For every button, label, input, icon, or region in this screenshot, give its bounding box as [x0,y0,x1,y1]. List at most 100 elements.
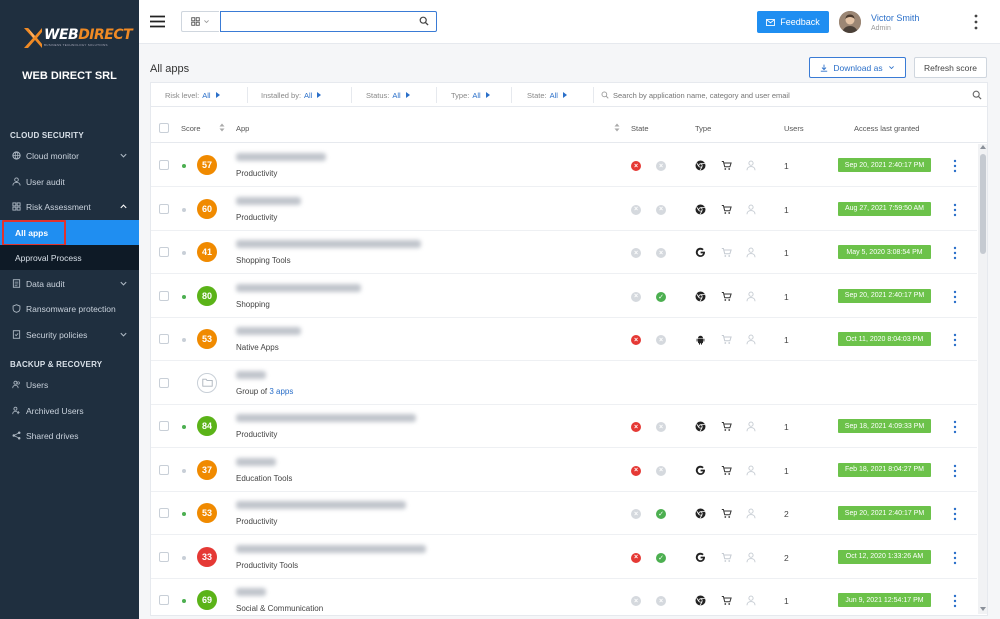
row-options-icon[interactable] [952,551,958,565]
sidebar-item-approval-process[interactable]: Approval Process [0,245,139,270]
state-icon[interactable]: × [656,422,666,432]
sidebar-item-risk-assessment[interactable]: Risk Assessment [0,194,139,219]
state-icon[interactable]: × [656,248,666,258]
select-all-checkbox[interactable] [159,123,169,133]
sort-icon[interactable] [614,123,620,132]
row-checkbox[interactable] [159,464,169,475]
state-icon[interactable]: × [656,596,666,606]
blocked-state-icon[interactable]: × [631,465,641,476]
col-app[interactable]: App [236,124,249,133]
table-row[interactable]: 37 Education Tools × × 1 Feb 18, 2021 8:04:27… [151,449,977,492]
scroll-down-icon[interactable] [980,607,986,611]
sidebar-item-ransomware-protection[interactable]: Ransomware protection [0,296,139,321]
table-row[interactable]: 53 Productivity × ✓ 2 Sep 20, 2021 2:40:17 PM [151,492,977,535]
row-options-icon[interactable] [952,594,958,608]
state-icon[interactable]: × [631,248,641,258]
sidebar-item-archived-users[interactable]: Archived Users [0,398,139,423]
app-name-redacted[interactable] [236,588,266,596]
sort-icon[interactable] [219,123,225,132]
row-checkbox[interactable] [159,203,169,214]
group-apps-link[interactable]: 3 apps [269,387,293,396]
refresh-score-button[interactable]: Refresh score [914,57,987,78]
table-row[interactable]: 84 Productivity × × 1 Sep 18, 2021 4:09:33 PM [151,405,977,448]
state-icon[interactable]: × [631,596,641,606]
app-name-redacted[interactable] [236,240,421,248]
app-name-redacted[interactable] [236,370,266,379]
row-options-icon[interactable] [952,420,958,434]
more-options-icon[interactable] [973,14,979,30]
table-row-group[interactable]: Group of 3 apps [151,362,977,405]
table-row[interactable]: 53 Native Apps × × 1 Oct 11, 2020 8:04:03 PM [151,318,977,361]
row-checkbox[interactable] [159,290,169,301]
app-name-redacted[interactable] [236,501,406,509]
table-row[interactable]: 33 Productivity Tools × ✓ 2 Oct 12, 2020 1:33… [151,536,977,579]
table-row[interactable]: 80 Shopping × ✓ 1 Sep 20, 2021 2:40:17 PM [151,275,977,318]
scrollbar-thumb[interactable] [980,154,986,254]
app-name-redacted[interactable] [236,196,301,205]
table-row[interactable]: 60 Productivity × × 1 Aug 27, 2021 7:59:50 AM [151,188,977,231]
global-search-input[interactable] [220,11,437,32]
app-name-redacted[interactable] [236,414,416,422]
filter-risk-level[interactable]: Risk level: All [165,83,220,107]
blocked-state-icon[interactable]: × [631,335,641,345]
row-checkbox[interactable] [159,334,169,344]
state-icon[interactable]: × [656,204,666,215]
row-checkbox[interactable] [159,508,169,518]
sidebar-item-user-audit[interactable]: User audit [0,169,139,194]
filter-type[interactable]: Type: All [451,83,490,107]
row-checkbox[interactable] [159,377,169,388]
sidebar-item-shared-drives[interactable]: Shared drives [0,423,139,448]
sidebar-item-security-policies[interactable]: Security policies [0,322,139,347]
download-as-button[interactable]: Download as [809,57,906,78]
filter-status[interactable]: Status: All [366,83,410,107]
row-checkbox[interactable] [159,595,169,605]
state-icon[interactable]: × [656,335,666,345]
row-options-icon[interactable] [952,159,958,173]
state-icon[interactable]: × [656,161,666,171]
app-search-input[interactable] [601,86,986,104]
approved-state-icon[interactable]: ✓ [656,552,666,563]
user-name[interactable]: Victor Smith [871,13,919,23]
row-options-icon[interactable] [952,464,958,478]
search-icon[interactable] [419,16,429,26]
app-name-redacted[interactable] [236,457,276,466]
state-icon[interactable]: × [631,509,641,519]
row-options-icon[interactable] [952,290,958,304]
table-row[interactable]: 69 Social & Communication × × 1 Jun 9, 2021 1… [151,579,977,615]
app-switcher-button[interactable] [181,11,219,32]
app-name-redacted[interactable] [236,327,301,335]
row-options-icon[interactable] [952,507,958,521]
table-row[interactable]: 57 Productivity × × 1 Sep 20, 2021 2:40:17 PM [151,144,977,187]
approved-state-icon[interactable]: ✓ [656,509,666,519]
app-name-redacted[interactable] [236,153,326,161]
blocked-state-icon[interactable]: × [631,552,641,563]
blocked-state-icon[interactable]: × [631,161,641,171]
avatar[interactable] [839,11,861,33]
state-icon[interactable]: × [631,204,641,215]
row-checkbox[interactable] [159,551,169,562]
search-icon[interactable] [972,90,982,100]
table-row[interactable]: 41 Shopping Tools × × 1 May 5, 2020 3:08:54 P… [151,231,977,274]
state-icon[interactable]: × [656,465,666,476]
approved-state-icon[interactable]: ✓ [656,291,666,302]
row-checkbox[interactable] [159,421,169,431]
app-name-redacted[interactable] [236,544,426,553]
row-options-icon[interactable] [952,246,958,260]
row-checkbox[interactable] [159,160,169,170]
sidebar-item-data-audit[interactable]: Data audit [0,271,139,296]
menu-icon[interactable] [150,15,165,28]
app-name-redacted[interactable] [236,283,361,292]
row-checkbox[interactable] [159,247,169,257]
sidebar-item-cloud-monitor[interactable]: Cloud monitor [0,143,139,168]
row-options-icon[interactable] [952,333,958,347]
scroll-up-icon[interactable] [980,145,986,149]
blocked-state-icon[interactable]: × [631,422,641,432]
state-icon[interactable]: × [631,291,641,302]
feedback-button[interactable]: Feedback [757,11,829,33]
scrollbar[interactable] [978,144,987,614]
row-options-icon[interactable] [952,203,958,217]
filter-installed-by[interactable]: Installed by: All [261,83,322,107]
sidebar-item-users[interactable]: Users [0,372,139,397]
col-score[interactable]: Score [181,124,201,133]
filter-state[interactable]: State: All [527,83,567,107]
